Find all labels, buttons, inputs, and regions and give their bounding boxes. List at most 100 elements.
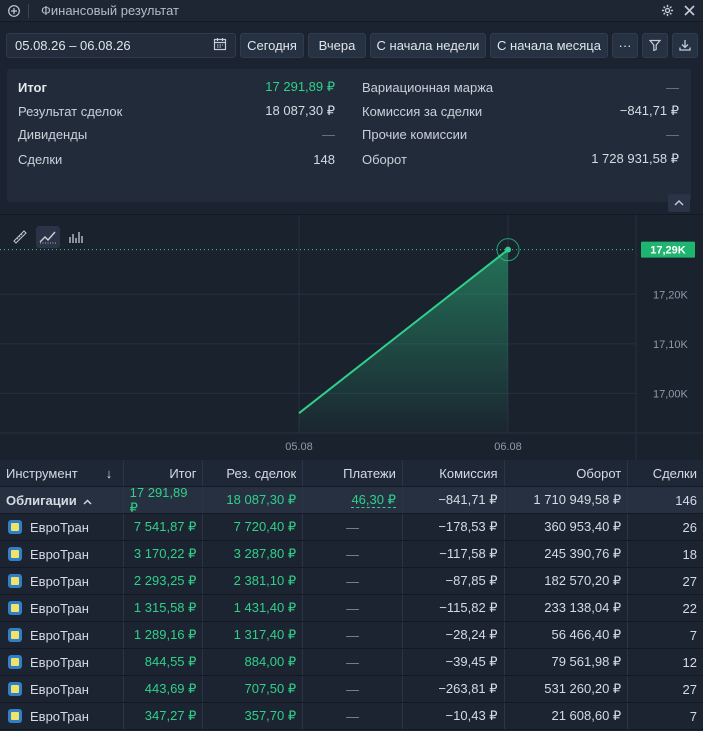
- row-total: 2 293,25 ₽: [124, 568, 204, 594]
- row-deals: 18: [682, 546, 697, 562]
- summary-row-total: Итог 17 291,89 ₽: [18, 77, 335, 97]
- table-row[interactable]: ЕвроТран 3 170,22 ₽ 3 287,80 ₽ — −117,58…: [0, 541, 703, 568]
- table-row[interactable]: ЕвроТран 2 293,25 ₽ 2 381,10 ₽ — −87,85 …: [0, 568, 703, 595]
- instrument-name: ЕвроТран: [30, 600, 89, 616]
- period-toolbar: 05.08.26 – 06.08.26 Сегодня Вчера С нача…: [0, 30, 703, 60]
- instrument-name: ЕвроТран: [30, 654, 89, 670]
- y-tick-label: 17,20K: [653, 289, 689, 301]
- col-header-total[interactable]: Итог: [124, 460, 204, 486]
- row-spacer: [102, 595, 124, 621]
- chevron-up-icon[interactable]: [83, 493, 92, 508]
- summary-value: —: [666, 126, 679, 142]
- summary-label: Сделки: [18, 151, 63, 167]
- row-spacer: [102, 514, 124, 540]
- col-header-payments[interactable]: Платежи: [303, 460, 403, 486]
- bond-icon: [8, 709, 22, 723]
- row-deals-result: 884,00 ₽: [203, 649, 304, 675]
- row-deals: 26: [682, 519, 697, 535]
- row-total: 844,55 ₽: [124, 649, 204, 675]
- current-value-label: 17,29K: [650, 245, 686, 257]
- row-spacer: [102, 649, 124, 675]
- group-row-bonds[interactable]: Облигации 17 291,89 ₽ 18 087,30 ₽ 46,30 …: [0, 485, 703, 515]
- row-deals-result: 2 381,10 ₽: [203, 568, 304, 594]
- collapse-summary-button[interactable]: [668, 194, 690, 212]
- bond-icon: [8, 574, 22, 588]
- row-payments: —: [303, 541, 403, 567]
- y-tick-label: 17,10K: [653, 339, 689, 351]
- yesterday-button[interactable]: Вчера: [308, 32, 366, 58]
- filter-icon[interactable]: [642, 32, 668, 58]
- row-spacer: [102, 703, 124, 729]
- row-deals-result: 707,50 ₽: [203, 676, 304, 702]
- bond-icon: [8, 628, 22, 642]
- table-row[interactable]: ЕвроТран 1 315,58 ₽ 1 431,40 ₽ — −115,82…: [0, 595, 703, 622]
- col-header-deals-result[interactable]: Рез. сделок: [203, 460, 304, 486]
- row-deals: 27: [682, 573, 697, 589]
- instrument-cell: ЕвроТран: [0, 622, 102, 648]
- row-deals-result: 1 431,40 ₽: [203, 595, 304, 621]
- row-deals: 22: [682, 600, 697, 616]
- instrument-cell: ЕвроТран: [0, 676, 102, 702]
- summary-panel: Итог 17 291,89 ₽ Результат сделок 18 087…: [7, 69, 691, 202]
- group-payments-value[interactable]: 46,30 ₽: [351, 492, 396, 508]
- instrument-name: ЕвроТран: [30, 519, 89, 535]
- row-deals: 27: [682, 681, 697, 697]
- row-total: 1 315,58 ₽: [124, 595, 204, 621]
- row-deals-result: 3 287,80 ₽: [203, 541, 304, 567]
- summary-row-deals: Сделки 148: [18, 149, 335, 169]
- instrument-cell: ЕвроТран: [0, 514, 102, 540]
- week-start-button[interactable]: С начала недели: [370, 32, 486, 58]
- bond-icon: [8, 601, 22, 615]
- close-icon[interactable]: [681, 0, 697, 22]
- summary-value: 1 728 931,58 ₽: [591, 151, 679, 166]
- instrument-name: ЕвроТран: [30, 546, 89, 562]
- calendar-icon[interactable]: [213, 37, 227, 54]
- col-header-turnover[interactable]: Оборот: [505, 460, 629, 486]
- group-commission: −841,71 ₽: [403, 487, 505, 513]
- sort-arrow-icon[interactable]: ↓: [102, 460, 124, 486]
- table-row[interactable]: ЕвроТран 347,27 ₽ 357,70 ₽ — −10,43 ₽ 21…: [0, 703, 703, 730]
- instrument-name: ЕвроТран: [30, 573, 89, 589]
- month-start-button[interactable]: С начала месяца: [490, 32, 608, 58]
- line-chart-icon[interactable]: [36, 226, 60, 248]
- table-row[interactable]: ЕвроТран 844,55 ₽ 884,00 ₽ — −39,45 ₽ 79…: [0, 649, 703, 676]
- row-commission: −87,85 ₽: [403, 568, 505, 594]
- x-tick-label: 06.08: [494, 441, 522, 453]
- col-header-instrument[interactable]: Инструмент: [0, 460, 102, 486]
- summary-value: 17 291,89 ₽: [265, 79, 335, 94]
- row-commission: −263,81 ₽: [403, 676, 505, 702]
- instrument-name: ЕвроТран: [30, 627, 89, 643]
- instrument-cell: ЕвроТран: [0, 541, 102, 567]
- col-header-deals[interactable]: Сделки: [628, 460, 703, 486]
- table-row[interactable]: ЕвроТран 1 289,16 ₽ 1 317,40 ₽ — −28,24 …: [0, 622, 703, 649]
- row-total: 347,27 ₽: [124, 703, 204, 729]
- instrument-cell: ЕвроТран: [0, 568, 102, 594]
- group-payments[interactable]: 46,30 ₽: [303, 487, 403, 513]
- summary-value: —: [666, 79, 679, 95]
- row-payments: —: [303, 622, 403, 648]
- row-payments: —: [303, 649, 403, 675]
- summary-label: Дивиденды: [18, 126, 88, 142]
- date-range-input[interactable]: 05.08.26 – 06.08.26: [6, 32, 236, 58]
- table-row[interactable]: ЕвроТран 443,69 ₽ 707,50 ₽ — −263,81 ₽ 5…: [0, 676, 703, 703]
- group-deals-result: 18 087,30 ₽: [203, 487, 304, 513]
- y-tick-label: 17,00K: [653, 388, 689, 400]
- row-payments: —: [303, 595, 403, 621]
- more-button[interactable]: ···: [612, 32, 638, 58]
- row-turnover: 182 570,20 ₽: [505, 568, 629, 594]
- instrument-cell: ЕвроТран: [0, 703, 102, 729]
- today-button[interactable]: Сегодня: [240, 32, 304, 58]
- summary-row-variation-margin: Вариационная маржа —: [362, 77, 679, 97]
- row-payments: —: [303, 703, 403, 729]
- bar-chart-icon[interactable]: [64, 226, 88, 248]
- title-divider: [28, 3, 29, 18]
- gear-icon[interactable]: [659, 0, 675, 22]
- download-icon[interactable]: [672, 32, 698, 58]
- col-header-commission[interactable]: Комиссия: [403, 460, 505, 486]
- ruler-icon[interactable]: [8, 226, 32, 248]
- table-row[interactable]: ЕвроТран 7 541,87 ₽ 7 720,40 ₽ — −178,53…: [0, 514, 703, 541]
- summary-label: Вариационная маржа: [362, 79, 494, 95]
- row-spacer: [102, 568, 124, 594]
- add-widget-icon[interactable]: [0, 0, 28, 22]
- row-commission: −178,53 ₽: [403, 514, 505, 540]
